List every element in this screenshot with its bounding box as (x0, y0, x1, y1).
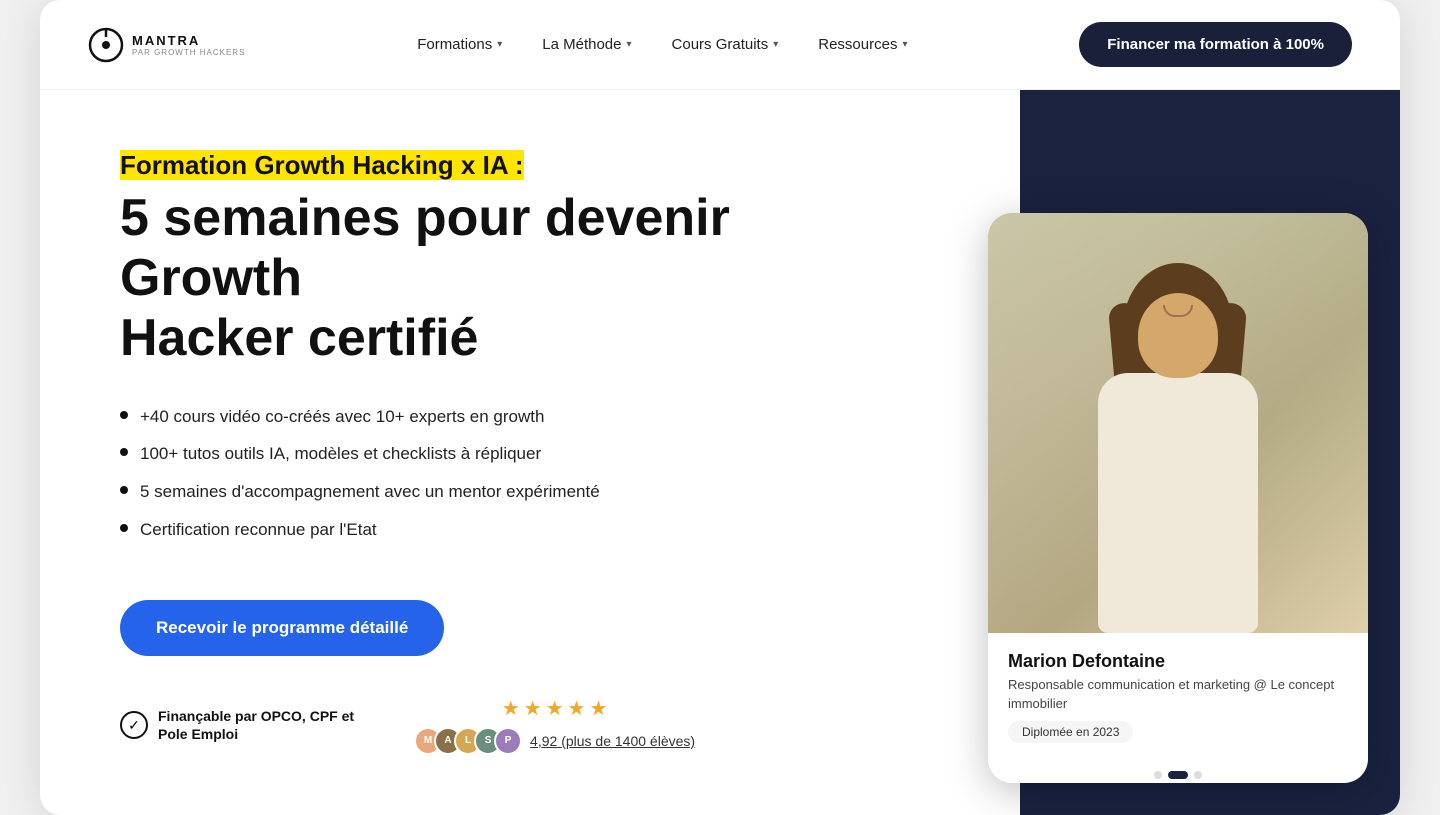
star-icon: ★ (589, 696, 607, 721)
logo-subtitle: PAR GROWTH HACKERS (132, 48, 245, 57)
star-icon: ★ (546, 696, 564, 721)
check-icon: ✓ (120, 711, 148, 739)
star-icon: ★ (524, 696, 542, 721)
bullet-dot-icon (120, 411, 128, 419)
hero-title: 5 semaines pour devenir Growth Hacker ce… (120, 189, 920, 368)
dot-indicator (1194, 771, 1202, 779)
hero-subtitle: Formation Growth Hacking x IA : (120, 150, 920, 181)
bullet-dot-icon (120, 486, 128, 494)
rating-info: M A L S P 4,92 (plus de 1400 élèves) (414, 727, 695, 755)
logo-text-block: MANTRA PAR GROWTH HACKERS (132, 33, 245, 57)
hero-footer: ✓ Finançable par OPCO, CPF et Pole Emplo… (120, 696, 920, 755)
avatar-group: M A L S P (414, 727, 522, 755)
hero-bullets: +40 cours vidéo co-créés avec 10+ expert… (120, 405, 920, 556)
star-icon: ★ (502, 696, 520, 721)
dot-indicator (1154, 771, 1162, 779)
card-pagination (988, 761, 1368, 783)
hero-section: Formation Growth Hacking x IA : 5 semain… (40, 90, 1400, 815)
dot-indicator-active (1168, 771, 1188, 779)
nav-methode[interactable]: La Méthode ▾ (542, 36, 631, 53)
logo-icon (88, 27, 124, 63)
bullet-item: 5 semaines d'accompagnement avec un ment… (120, 480, 920, 504)
body-shape (1098, 373, 1258, 633)
star-icon: ★ (568, 696, 586, 721)
avatar: P (494, 727, 522, 755)
person-silhouette (1048, 233, 1308, 633)
star-rating: ★ ★ ★ ★ ★ (502, 696, 608, 721)
hero-left: Formation Growth Hacking x IA : 5 semain… (120, 90, 960, 815)
testimonial-card: Marion Defontaine Responsable communicat… (988, 213, 1368, 782)
nav-cours[interactable]: Cours Gratuits ▾ (672, 36, 779, 53)
card-role: Responsable communication et marketing @… (1008, 676, 1348, 712)
card-badge: Diplomée en 2023 (1008, 721, 1133, 743)
chevron-down-icon: ▾ (497, 39, 502, 50)
bullet-dot-icon (120, 524, 128, 532)
hero-cta-button[interactable]: Recevoir le programme détaillé (120, 600, 444, 656)
financing-text: Finançable par OPCO, CPF et Pole Emploi (158, 707, 354, 743)
logo-name: MANTRA (132, 33, 245, 48)
nav-links: Formations ▾ La Méthode ▾ Cours Gratuits… (417, 36, 907, 53)
logo: MANTRA PAR GROWTH HACKERS (88, 27, 245, 63)
navbar-cta-button[interactable]: Financer ma formation à 100% (1079, 22, 1352, 67)
person-photo (988, 213, 1368, 633)
rating-area: ★ ★ ★ ★ ★ M A L S P (414, 696, 695, 755)
bullet-item: 100+ tutos outils IA, modèles et checkli… (120, 442, 920, 466)
chevron-down-icon: ▾ (773, 39, 778, 50)
hero-right: Marion Defontaine Responsable communicat… (960, 90, 1400, 815)
bullet-item: Certification reconnue par l'Etat (120, 518, 920, 542)
bullet-dot-icon (120, 448, 128, 456)
card-info: Marion Defontaine Responsable communicat… (988, 633, 1368, 760)
rating-score: 4,92 (plus de 1400 élèves) (530, 733, 695, 749)
nav-formations[interactable]: Formations ▾ (417, 36, 502, 53)
navbar: MANTRA PAR GROWTH HACKERS Formations ▾ L… (40, 0, 1400, 90)
chevron-down-icon: ▾ (902, 39, 907, 50)
financing-badge: ✓ Finançable par OPCO, CPF et Pole Emplo… (120, 707, 354, 743)
card-name: Marion Defontaine (1008, 651, 1348, 672)
nav-ressources[interactable]: Ressources ▾ (818, 36, 907, 53)
bullet-item: +40 cours vidéo co-créés avec 10+ expert… (120, 405, 920, 429)
chevron-down-icon: ▾ (626, 39, 631, 50)
